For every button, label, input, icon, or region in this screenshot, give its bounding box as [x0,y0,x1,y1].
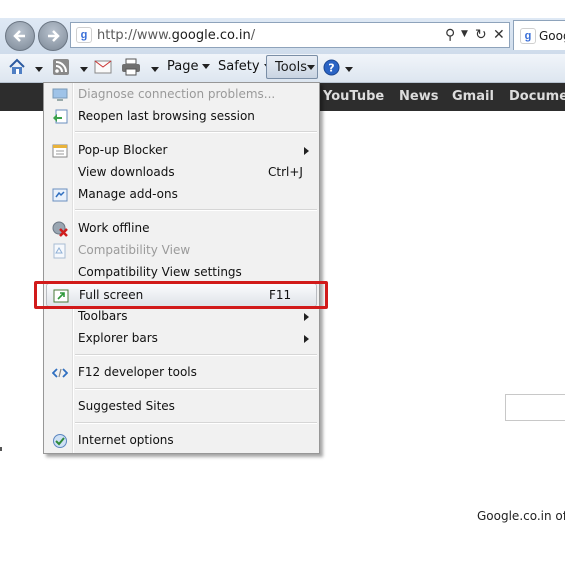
tab-favicon-icon: g [520,28,536,44]
search-icon[interactable]: ⚲ [445,27,455,43]
home-dropdown-icon[interactable] [35,67,43,72]
menu-item-label: View downloads [78,165,175,179]
url-suffix: / [250,28,256,43]
menu-item-label: Internet options [78,433,174,447]
back-button[interactable] [5,21,35,51]
menu-item-suggested-sites[interactable]: Suggested Sites [46,396,317,418]
menu-item-label: Pop-up Blocker [78,143,168,157]
tools-dropdown-icon [307,65,315,70]
url-text[interactable]: http://www.google.co.in/ [97,28,255,43]
refresh-icon[interactable]: ↻ [475,27,487,43]
menu-item-toolbars[interactable]: Toolbars [46,306,317,328]
url-domain: google.co.in [171,28,251,43]
submenu-arrow-icon [304,313,309,321]
help-dropdown-icon[interactable] [345,67,353,72]
stop-icon[interactable]: ✕ [493,27,505,43]
menu-item-explorer-bars[interactable]: Explorer bars [46,328,317,350]
feeds-icon[interactable] [53,59,69,75]
menu-item-label: Compatibility View settings [78,265,242,279]
menu-item-manage-addons[interactable]: Manage add-ons [46,184,317,206]
mail-icon[interactable] [94,60,112,74]
command-bar: Page Safety Tools ? [0,54,565,83]
browser-tab[interactable]: g Goog [513,20,565,50]
menu-item-label: Compatibility View [78,243,191,257]
menu-item-label: Manage add-ons [78,187,178,201]
menu-item-label: Explorer bars [78,331,158,345]
tools-menu: Diagnose connection problems... Reopen l… [43,82,320,454]
search-input[interactable] [505,394,565,421]
menu-item-diagnose: Diagnose connection problems... [46,84,317,106]
popup-blocker-icon [52,144,68,158]
menu-item-compatibility-view: Compatibility View [46,240,317,262]
menu-item-label: Reopen last browsing session [78,109,255,123]
menu-item-label: Suggested Sites [78,399,175,413]
menu-item-label: Diagnose connection problems... [78,87,276,101]
menu-separator [75,388,317,390]
dropdown-icon[interactable]: ▼ [461,29,468,39]
menu-item-work-offline[interactable]: Work offline [46,218,317,240]
url-prefix: http://www. [97,28,172,43]
menu-item-view-downloads[interactable]: View downloads Ctrl+J [46,162,317,184]
addons-icon [52,188,68,202]
tab-title: Goog [539,29,565,43]
page-menu-label: Page [167,59,199,74]
menu-item-popup-blocker[interactable]: Pop-up Blocker [46,140,317,162]
reopen-icon [53,109,68,124]
google-favicon-icon: g [76,27,92,43]
print-icon[interactable] [121,58,141,76]
network-icon [52,88,68,101]
tools-menu-button[interactable]: Tools [266,55,318,79]
safety-menu-button[interactable]: Safety [218,59,272,74]
submenu-arrow-icon [304,147,309,155]
print-dropdown-icon[interactable] [151,67,159,72]
google-link-news[interactable]: News [399,89,438,104]
menu-separator [75,422,317,424]
page-menu-button[interactable]: Page [167,59,211,74]
menu-item-f12-developer-tools[interactable]: F12 developer tools [46,362,317,384]
submenu-arrow-icon [304,335,309,343]
menu-separator [75,209,317,211]
forward-button[interactable] [38,21,68,51]
highlight-box [34,281,328,309]
tools-menu-label: Tools [275,60,308,75]
work-offline-icon [52,221,68,237]
svg-text:?: ? [328,62,334,75]
menu-item-label: Work offline [78,221,150,235]
internet-options-icon [53,434,67,448]
google-link-youtube[interactable]: YouTube [323,89,384,104]
developer-tools-icon [52,368,68,378]
help-icon[interactable]: ? [323,59,340,76]
google-link-documents[interactable]: Documen [509,89,565,104]
forward-arrow-icon [48,30,60,42]
page-edge-mark [0,447,2,451]
address-field[interactable]: g http://www.google.co.in/ ⚲ ▼ ↻ ✕ [70,22,510,48]
safety-menu-label: Safety [218,59,260,74]
compatibility-view-icon [53,243,66,259]
menu-separator [75,354,317,356]
back-arrow-icon [13,30,25,42]
footer-text: Google.co.in of [477,509,565,523]
menu-item-label: F12 developer tools [78,365,197,379]
menu-item-reopen-session[interactable]: Reopen last browsing session [46,106,317,128]
menu-item-label: Toolbars [78,309,128,323]
google-link-gmail[interactable]: Gmail [452,89,494,104]
address-bar-row: g http://www.google.co.in/ ⚲ ▼ ↻ ✕ g Goo… [0,18,565,54]
menu-item-internet-options[interactable]: Internet options [46,430,317,452]
menu-separator [75,131,317,133]
page-dropdown-icon [202,64,211,69]
menu-item-shortcut: Ctrl+J [268,165,303,179]
home-icon[interactable] [8,58,26,76]
feeds-dropdown-icon[interactable] [80,67,88,72]
